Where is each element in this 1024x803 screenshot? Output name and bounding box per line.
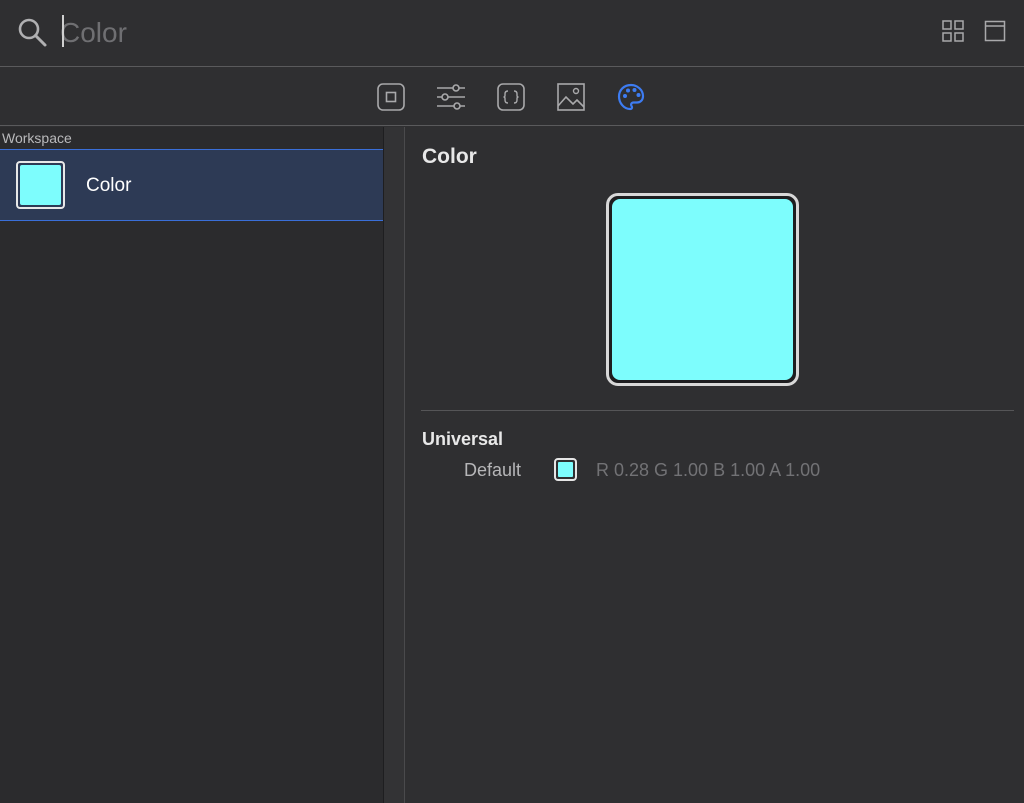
sliders-icon[interactable]	[436, 82, 466, 112]
text-caret	[62, 15, 64, 47]
appearance-heading: Universal	[422, 429, 504, 449]
palette-icon[interactable]	[616, 82, 646, 112]
variant-color-value: R 0.28 G 1.00 B 1.00 A 1.00	[596, 460, 821, 480]
split-view-divider[interactable]	[383, 127, 405, 803]
variant-color-swatch[interactable]	[554, 458, 577, 481]
section-header-workspace: Workspace	[2, 130, 72, 146]
list-item-label: Color	[86, 175, 132, 196]
color-swatch-thumbnail	[16, 161, 65, 209]
search-icon	[18, 18, 47, 47]
square-object-icon[interactable]	[376, 82, 406, 112]
braces-icon[interactable]	[496, 82, 526, 112]
divider	[421, 410, 1014, 411]
library-tab-bar	[0, 68, 1024, 126]
variant-color-fill	[558, 462, 573, 477]
library-list: Workspace Color	[0, 127, 383, 803]
window-icon[interactable]	[984, 20, 1006, 42]
variant-label: Default	[464, 460, 522, 480]
color-preview	[606, 193, 799, 386]
grid-icon[interactable]	[942, 20, 964, 42]
detail-panel: Color Universal Default R 0.28 G 1.00 B …	[406, 127, 1024, 803]
color-preview-fill	[612, 199, 793, 380]
search-input[interactable]	[60, 13, 860, 53]
color-swatch-fill	[20, 165, 61, 205]
image-icon[interactable]	[556, 82, 586, 112]
search-bar	[0, 0, 1024, 67]
detail-title: Color	[422, 145, 477, 168]
list-item-color[interactable]: Color	[0, 149, 383, 221]
